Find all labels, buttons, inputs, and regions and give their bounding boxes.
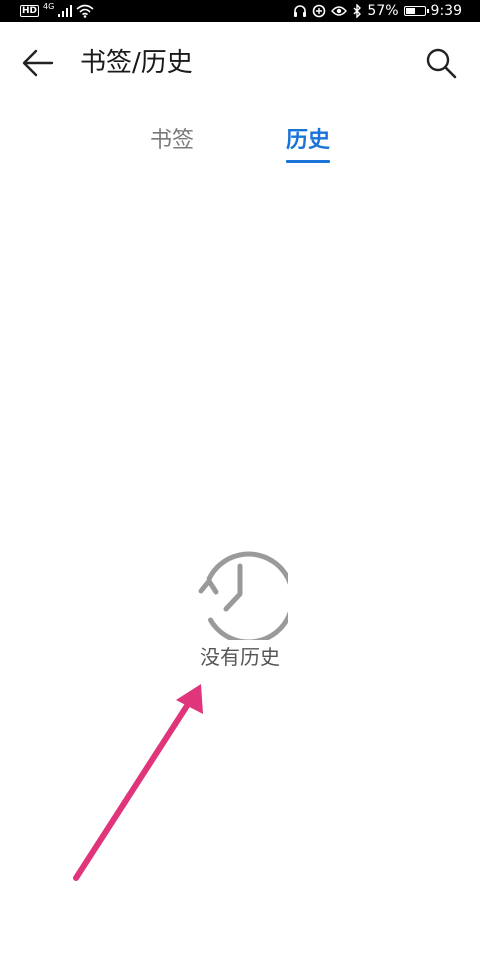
arrow-left-icon [22, 49, 54, 77]
search-button[interactable] [424, 46, 458, 80]
eye-comfort-icon [331, 6, 348, 16]
battery-percent: 57% [367, 3, 399, 19]
signal-icon [58, 5, 73, 17]
status-bar: HD 4G 57% 9:39 [0, 0, 480, 22]
active-tab-indicator [286, 160, 330, 163]
clock: 9:39 [430, 3, 462, 19]
bluetooth-icon [353, 4, 362, 18]
title-bar: 书签/历史 [0, 22, 480, 104]
network-type: 4G [43, 1, 55, 11]
battery-fill [405, 8, 415, 14]
wifi-icon [76, 4, 94, 18]
back-button[interactable] [20, 48, 56, 78]
data-saver-icon [313, 4, 326, 18]
tab-bar: 书签 历史 [0, 122, 480, 172]
screen: HD 4G 57% 9:39 书签/历史 书签 历史 没有历史 [0, 0, 480, 979]
tab-history[interactable]: 历史 [286, 126, 330, 156]
history-clock-icon [198, 551, 288, 640]
status-right: 57% 9:39 [293, 1, 462, 21]
hd-badge: HD [20, 5, 40, 17]
tab-bookmarks[interactable]: 书签 [150, 126, 194, 156]
headphones-icon [294, 5, 307, 17]
annotation-arrow [73, 684, 203, 881]
empty-state-text: 没有历史 [200, 645, 280, 669]
empty-state: 没有历史 [0, 540, 480, 680]
search-icon [426, 48, 457, 79]
status-left: HD 4G [20, 2, 94, 20]
page-title: 书签/历史 [80, 48, 193, 78]
battery-icon [403, 6, 429, 16]
